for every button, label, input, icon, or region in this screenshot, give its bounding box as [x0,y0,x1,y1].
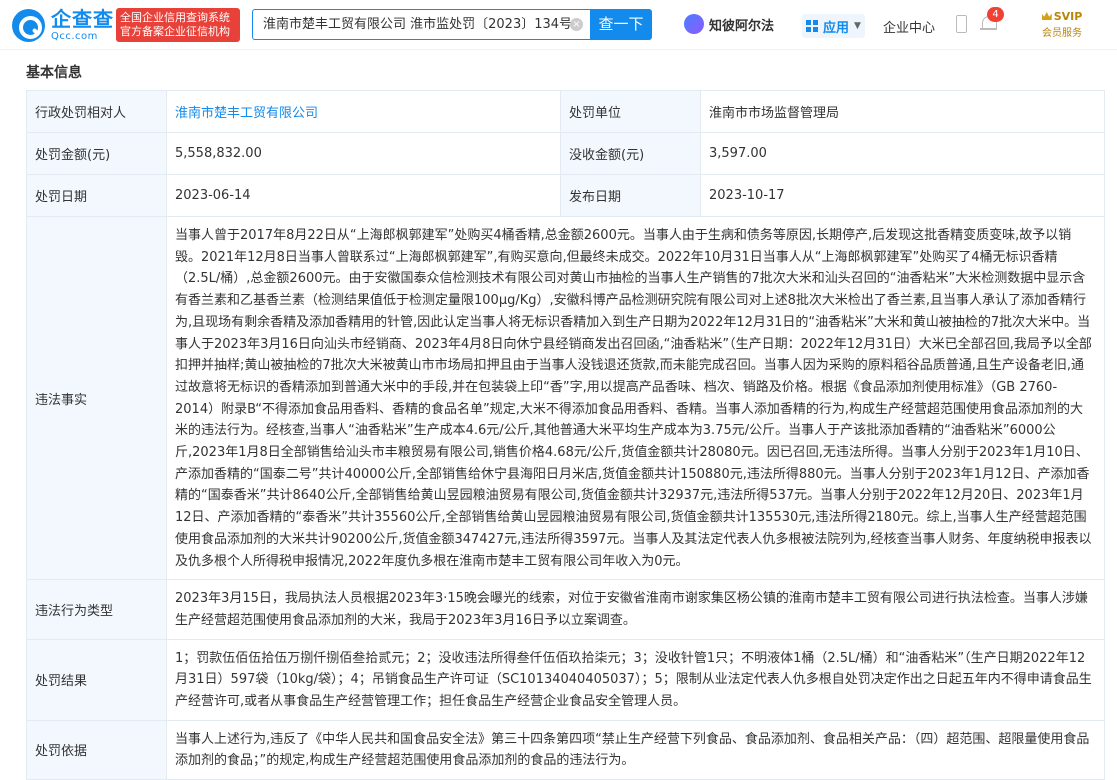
confiscation-value: 3,597.00 [700,132,1105,175]
logo-name: 企查查 [51,6,114,31]
date-value: 2023-06-14 [166,174,561,217]
badge-line-2: 官方备案企业征信机构 [120,25,230,38]
party-company-link[interactable]: 淮南市楚丰工贸有限公司 [166,90,561,133]
facts-label: 违法事实 [26,215,167,581]
search-button[interactable]: 查一下 [590,9,652,40]
result-value: 1；罚款伍佰伍拾伍万捌仟捌佰叁拾贰元；2；没收违法所得叁仟伍佰玖拾柒元；3；没收… [166,638,1105,721]
table-row: 违法行为类型 2023年3月15日，我局执法人员根据2023年3·15晚会曝光的… [26,579,1105,640]
crown-icon [1041,12,1052,20]
table-row: 处罚日期 2023-06-14 发布日期 2023-10-17 [26,174,1105,217]
site-logo[interactable]: 企查查 Qcc.com [12,8,114,42]
grid-icon [806,20,818,32]
search-input[interactable]: 淮南市楚丰工贸有限公司 淮市监处罚〔2023〕134号 [252,9,590,40]
logo-magnifier-icon [12,8,45,42]
section-title: 基本信息 [26,65,82,81]
type-value: 2023年3月15日，我局执法人员根据2023年3·15晚会曝光的线索，对位于安… [166,579,1105,640]
app-menu-button[interactable]: 应用 ▼ [802,14,865,38]
table-row: 违法事实 当事人曾于2017年8月22日从“上海郎枫郭建军”处购买4桶香精,总金… [26,215,1105,581]
table-row: 行政处罚相对人 淮南市楚丰工贸有限公司 处罚单位 淮南市市场监督管理局 [26,90,1105,133]
zhibi-label: 知彼阿尔法 [709,18,775,34]
amount-label: 处罚金额(元) [26,132,167,175]
party-label: 行政处罚相对人 [26,90,167,133]
type-label: 违法行为类型 [26,579,167,640]
app-label: 应用 [823,20,850,36]
facts-value: 当事人曾于2017年8月22日从“上海郎枫郭建军”处购买4桶香精,总金额2600… [166,215,1105,581]
publish-value: 2023-10-17 [700,174,1105,217]
official-badge: 全国企业信用查询系统 官方备案企业征信机构 [116,8,240,42]
notification-count-badge: 4 [987,7,1004,22]
alpha-logo-icon [684,14,704,34]
amount-value: 5,558,832.00 [166,132,561,175]
enterprise-center-link[interactable]: 企业中心 [883,17,935,36]
penalty-info-table: 行政处罚相对人 淮南市楚丰工贸有限公司 处罚单位 淮南市市场监督管理局 处罚金额… [26,90,1105,780]
clear-icon[interactable]: × [570,18,583,31]
svip-label: SVIP [1053,10,1083,23]
badge-line-1: 全国企业信用查询系统 [120,11,230,24]
unit-value: 淮南市市场监督管理局 [700,90,1105,133]
result-label: 处罚结果 [26,638,167,721]
table-row: 处罚依据 当事人上述行为,违反了《中华人民共和国食品安全法》第三十四条第四项“禁… [26,719,1105,780]
zhibi-alpha-link[interactable]: 知彼阿尔法 [684,14,774,34]
publish-label: 发布日期 [560,174,701,217]
unit-label: 处罚单位 [560,90,701,133]
svip-membership-link[interactable]: SVIP 会员服务 [1022,10,1102,40]
svip-subtitle: 会员服务 [1042,28,1082,39]
mobile-icon[interactable] [956,15,967,33]
top-header: 企查查 Qcc.com 全国企业信用查询系统 官方备案企业征信机构 淮南市楚丰工… [0,0,1117,50]
confiscation-label: 没收金额(元) [560,132,701,175]
date-label: 处罚日期 [26,174,167,217]
table-row: 处罚金额(元) 5,558,832.00 没收金额(元) 3,597.00 [26,132,1105,175]
basis-label: 处罚依据 [26,719,167,780]
logo-domain: Qcc.com [51,30,98,42]
basis-value: 当事人上述行为,违反了《中华人民共和国食品安全法》第三十四条第四项“禁止生产经营… [166,719,1105,780]
table-row: 处罚结果 1；罚款伍佰伍拾伍万捌仟捌佰叁拾贰元；2；没收违法所得叁仟伍佰玖拾柒元… [26,638,1105,721]
chevron-down-icon: ▼ [854,21,861,31]
